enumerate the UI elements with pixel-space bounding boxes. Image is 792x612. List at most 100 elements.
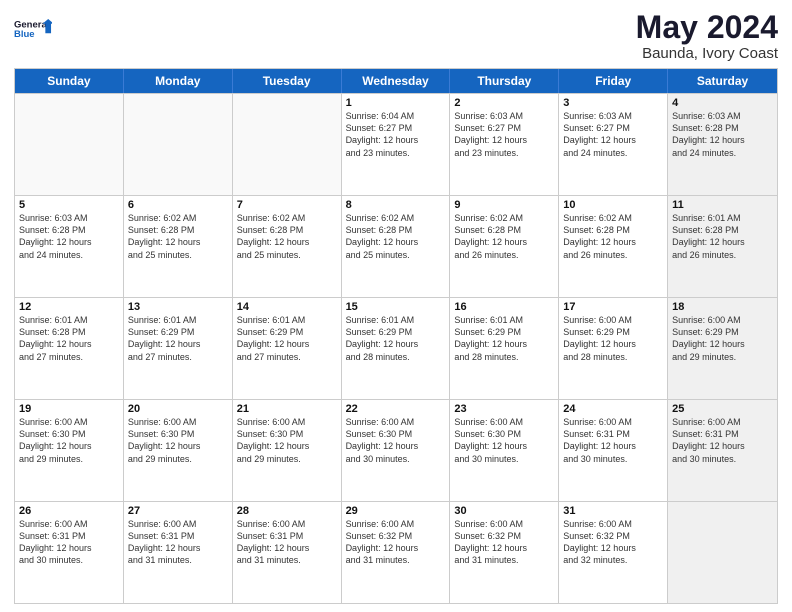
daylight-text: Daylight: 12 hours (346, 542, 446, 554)
sunset-text: Sunset: 6:27 PM (563, 122, 663, 134)
daylight-minutes: and 27 minutes. (128, 351, 228, 363)
daylight-minutes: and 27 minutes. (19, 351, 119, 363)
calendar-row: 12 Sunrise: 6:01 AM Sunset: 6:28 PM Dayl… (15, 297, 777, 399)
sunset-text: Sunset: 6:28 PM (346, 224, 446, 236)
sunrise-text: Sunrise: 6:00 AM (672, 314, 773, 326)
page: General Blue May 2024 Baunda, Ivory Coas… (0, 0, 792, 612)
sunset-text: Sunset: 6:28 PM (454, 224, 554, 236)
daylight-text: Daylight: 12 hours (128, 236, 228, 248)
sunset-text: Sunset: 6:28 PM (128, 224, 228, 236)
sunset-text: Sunset: 6:28 PM (563, 224, 663, 236)
daylight-text: Daylight: 12 hours (237, 440, 337, 452)
sunset-text: Sunset: 6:28 PM (672, 224, 773, 236)
daylight-minutes: and 30 minutes. (454, 453, 554, 465)
sunrise-text: Sunrise: 6:00 AM (19, 518, 119, 530)
daylight-minutes: and 31 minutes. (454, 554, 554, 566)
day-number: 29 (346, 505, 446, 517)
sunset-text: Sunset: 6:29 PM (128, 326, 228, 338)
sunrise-text: Sunrise: 6:00 AM (128, 416, 228, 428)
day-number: 30 (454, 505, 554, 517)
sunset-text: Sunset: 6:32 PM (346, 530, 446, 542)
daylight-minutes: and 26 minutes. (563, 249, 663, 261)
daylight-minutes: and 26 minutes. (672, 249, 773, 261)
calendar-cell: 8 Sunrise: 6:02 AM Sunset: 6:28 PM Dayli… (342, 196, 451, 297)
daylight-minutes: and 30 minutes. (346, 453, 446, 465)
sunrise-text: Sunrise: 6:00 AM (237, 518, 337, 530)
daylight-minutes: and 23 minutes. (454, 147, 554, 159)
daylight-text: Daylight: 12 hours (563, 134, 663, 146)
sunset-text: Sunset: 6:27 PM (454, 122, 554, 134)
day-number: 26 (19, 505, 119, 517)
daylight-text: Daylight: 12 hours (128, 338, 228, 350)
subtitle: Baunda, Ivory Coast (636, 45, 778, 62)
daylight-minutes: and 31 minutes. (237, 554, 337, 566)
calendar-row: 19 Sunrise: 6:00 AM Sunset: 6:30 PM Dayl… (15, 399, 777, 501)
daylight-text: Daylight: 12 hours (563, 236, 663, 248)
weekday-header: Friday (559, 69, 668, 93)
daylight-minutes: and 30 minutes. (672, 453, 773, 465)
sunset-text: Sunset: 6:29 PM (672, 326, 773, 338)
calendar-row: 26 Sunrise: 6:00 AM Sunset: 6:31 PM Dayl… (15, 501, 777, 603)
sunset-text: Sunset: 6:31 PM (128, 530, 228, 542)
header: General Blue May 2024 Baunda, Ivory Coas… (14, 10, 778, 62)
calendar-cell (233, 94, 342, 195)
daylight-minutes: and 30 minutes. (19, 554, 119, 566)
daylight-text: Daylight: 12 hours (19, 236, 119, 248)
calendar-cell: 21 Sunrise: 6:00 AM Sunset: 6:30 PM Dayl… (233, 400, 342, 501)
sunset-text: Sunset: 6:31 PM (563, 428, 663, 440)
sunset-text: Sunset: 6:30 PM (454, 428, 554, 440)
calendar-cell: 11 Sunrise: 6:01 AM Sunset: 6:28 PM Dayl… (668, 196, 777, 297)
daylight-text: Daylight: 12 hours (454, 338, 554, 350)
day-number: 18 (672, 301, 773, 313)
day-number: 1 (346, 97, 446, 109)
calendar-cell: 27 Sunrise: 6:00 AM Sunset: 6:31 PM Dayl… (124, 502, 233, 603)
calendar-cell: 28 Sunrise: 6:00 AM Sunset: 6:31 PM Dayl… (233, 502, 342, 603)
sunset-text: Sunset: 6:31 PM (237, 530, 337, 542)
daylight-text: Daylight: 12 hours (454, 134, 554, 146)
day-number: 3 (563, 97, 663, 109)
sunset-text: Sunset: 6:32 PM (454, 530, 554, 542)
daylight-text: Daylight: 12 hours (346, 338, 446, 350)
daylight-text: Daylight: 12 hours (19, 440, 119, 452)
calendar-body: 1 Sunrise: 6:04 AM Sunset: 6:27 PM Dayli… (15, 93, 777, 603)
sunset-text: Sunset: 6:30 PM (19, 428, 119, 440)
weekday-header: Tuesday (233, 69, 342, 93)
daylight-text: Daylight: 12 hours (454, 236, 554, 248)
daylight-minutes: and 29 minutes. (128, 453, 228, 465)
daylight-text: Daylight: 12 hours (237, 542, 337, 554)
day-number: 31 (563, 505, 663, 517)
sunset-text: Sunset: 6:27 PM (346, 122, 446, 134)
calendar-cell (15, 94, 124, 195)
sunrise-text: Sunrise: 6:01 AM (19, 314, 119, 326)
calendar-cell: 16 Sunrise: 6:01 AM Sunset: 6:29 PM Dayl… (450, 298, 559, 399)
sunrise-text: Sunrise: 6:03 AM (454, 110, 554, 122)
sunset-text: Sunset: 6:32 PM (563, 530, 663, 542)
calendar-cell: 2 Sunrise: 6:03 AM Sunset: 6:27 PM Dayli… (450, 94, 559, 195)
daylight-minutes: and 28 minutes. (454, 351, 554, 363)
daylight-minutes: and 29 minutes. (672, 351, 773, 363)
day-number: 25 (672, 403, 773, 415)
calendar-row: 1 Sunrise: 6:04 AM Sunset: 6:27 PM Dayli… (15, 93, 777, 195)
sunset-text: Sunset: 6:30 PM (128, 428, 228, 440)
daylight-minutes: and 31 minutes. (128, 554, 228, 566)
day-number: 17 (563, 301, 663, 313)
sunrise-text: Sunrise: 6:00 AM (237, 416, 337, 428)
day-number: 5 (19, 199, 119, 211)
sunrise-text: Sunrise: 6:02 AM (346, 212, 446, 224)
daylight-text: Daylight: 12 hours (237, 338, 337, 350)
calendar-cell: 25 Sunrise: 6:00 AM Sunset: 6:31 PM Dayl… (668, 400, 777, 501)
sunrise-text: Sunrise: 6:01 AM (128, 314, 228, 326)
sunrise-text: Sunrise: 6:00 AM (346, 518, 446, 530)
daylight-minutes: and 31 minutes. (346, 554, 446, 566)
main-title: May 2024 (636, 10, 778, 45)
calendar-cell: 23 Sunrise: 6:00 AM Sunset: 6:30 PM Dayl… (450, 400, 559, 501)
day-number: 11 (672, 199, 773, 211)
calendar-cell: 29 Sunrise: 6:00 AM Sunset: 6:32 PM Dayl… (342, 502, 451, 603)
sunset-text: Sunset: 6:29 PM (237, 326, 337, 338)
daylight-minutes: and 25 minutes. (237, 249, 337, 261)
sunset-text: Sunset: 6:31 PM (672, 428, 773, 440)
calendar-cell (124, 94, 233, 195)
calendar-cell: 30 Sunrise: 6:00 AM Sunset: 6:32 PM Dayl… (450, 502, 559, 603)
sunset-text: Sunset: 6:28 PM (672, 122, 773, 134)
sunrise-text: Sunrise: 6:01 AM (672, 212, 773, 224)
